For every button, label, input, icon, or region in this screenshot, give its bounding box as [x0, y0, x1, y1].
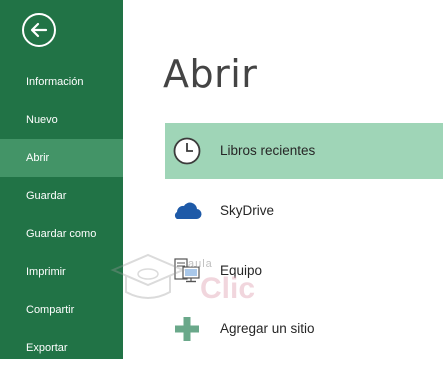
nav-item-abrir[interactable]: Abrir	[0, 139, 123, 177]
watermark-logo-icon	[110, 253, 186, 299]
nav-item-guardar-como[interactable]: Guardar como	[0, 215, 123, 253]
cloud-icon	[174, 202, 202, 220]
nav-label: Nuevo	[26, 114, 58, 126]
nav-item-compartir[interactable]: Compartir	[0, 291, 123, 329]
nav-label: Guardar	[26, 190, 67, 202]
option-skydrive[interactable]: SkyDrive	[165, 183, 443, 239]
option-add-place[interactable]: Agregar un sitio	[165, 301, 443, 357]
nav-item-nuevo[interactable]: Nuevo	[0, 101, 123, 139]
option-label: Agregar un sitio	[220, 321, 315, 336]
nav-label: Información	[26, 76, 84, 88]
plus-icon	[175, 317, 199, 341]
watermark-text: Clic	[200, 272, 256, 305]
page-title: Abrir	[163, 52, 258, 96]
nav-label: Abrir	[26, 152, 50, 164]
back-button[interactable]	[22, 13, 56, 47]
nav-item-exportar[interactable]: Exportar	[0, 329, 123, 367]
nav-label: Imprimir	[26, 266, 66, 278]
option-label: SkyDrive	[220, 203, 275, 218]
back-arrow-icon	[30, 22, 48, 38]
nav-label: Exportar	[26, 342, 68, 354]
nav-item-informacion[interactable]: Información	[0, 63, 123, 101]
option-recent-workbooks[interactable]: Libros recientes	[165, 123, 443, 179]
nav-item-guardar[interactable]: Guardar	[0, 177, 123, 215]
nav-item-imprimir[interactable]: Imprimir	[0, 253, 123, 291]
nav-label: Guardar como	[26, 228, 97, 240]
option-label: Libros recientes	[220, 143, 316, 158]
clock-icon	[173, 137, 201, 165]
watermark-text: aula	[188, 258, 213, 270]
backstage-sidebar: Información Nuevo Abrir Guardar Guardar …	[0, 0, 123, 359]
nav-label: Compartir	[26, 304, 75, 316]
